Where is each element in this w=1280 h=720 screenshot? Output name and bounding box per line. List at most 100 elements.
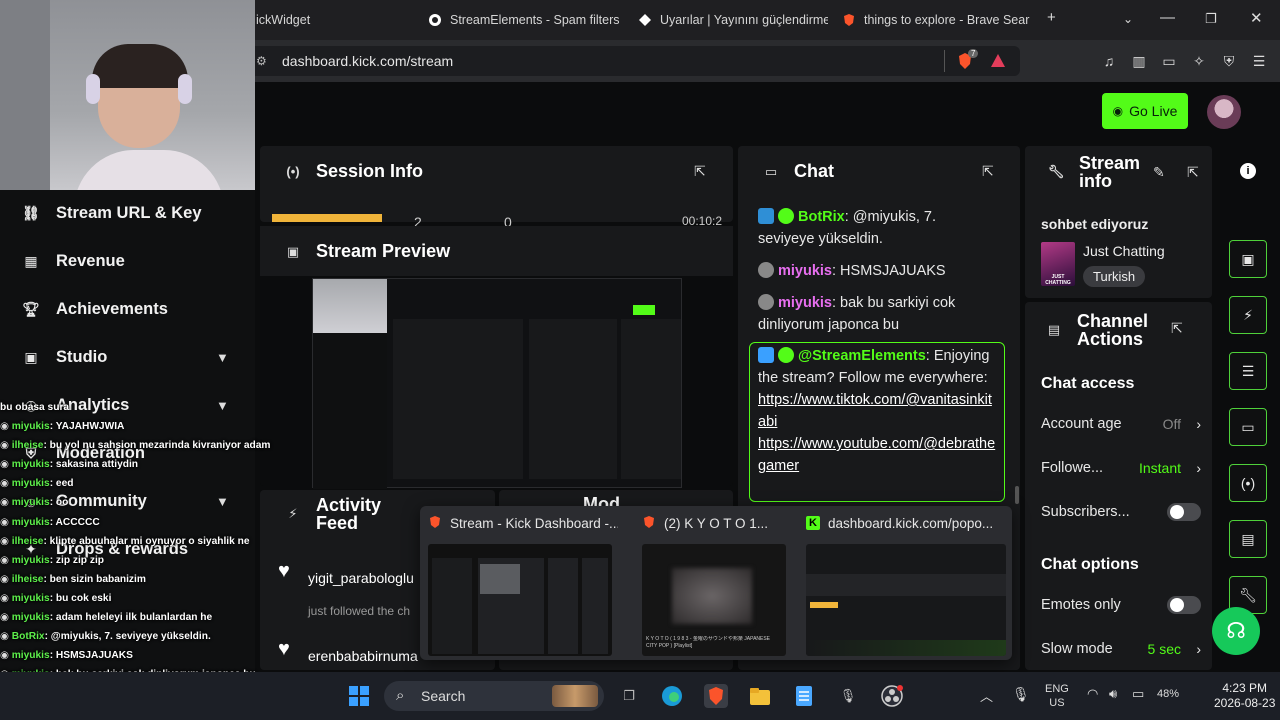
- task-view-icon[interactable]: ❐: [617, 684, 641, 708]
- setting-row[interactable]: Slow mode 5 sec ›: [1041, 641, 1201, 657]
- popout-icon[interactable]: ⇱: [982, 163, 994, 180]
- window-preview[interactable]: Stream - Kick Dashboard -...: [428, 514, 618, 656]
- support-chat-button[interactable]: ☊: [1212, 607, 1260, 655]
- overlay-chat-line: bu obasa sura: [0, 398, 300, 417]
- browser-tab[interactable]: Uyarılar | Yayınını güçlendirme: [638, 6, 828, 34]
- taskbar-search[interactable]: ⌕ Search: [384, 681, 604, 711]
- brave-taskbar-icon[interactable]: [704, 684, 728, 708]
- overlay-username: miyukis: [11, 421, 50, 433]
- leo-ai-icon[interactable]: ✧: [1190, 52, 1208, 70]
- restore-icon[interactable]: ❐: [1205, 11, 1217, 27]
- notepad-icon[interactable]: [792, 684, 816, 708]
- chevron-right-icon: ›: [1196, 416, 1201, 432]
- category-name[interactable]: Just Chatting: [1083, 243, 1165, 259]
- tag-chip[interactable]: Turkish: [1083, 266, 1146, 287]
- sidebar-toggle-icon[interactable]: ▥: [1130, 52, 1148, 70]
- brave-rewards-icon[interactable]: [990, 53, 1006, 74]
- chat-scrollbar[interactable]: [1015, 486, 1019, 504]
- browser-tab[interactable]: ickWidget: [256, 6, 406, 34]
- wifi-icon[interactable]: ◠: [1087, 686, 1098, 702]
- overlay-username: miyukis: [11, 478, 50, 490]
- rail-activity-button[interactable]: ⚡︎: [1229, 296, 1267, 334]
- activity-user[interactable]: erenbababirnuma: [308, 648, 418, 664]
- sidebar-item-achievements[interactable]: 🏆︎ Achievements: [22, 300, 168, 319]
- start-icon[interactable]: [347, 684, 371, 708]
- browser-tab[interactable]: StreamElements - Spam filters: [428, 6, 624, 34]
- tab-title: things to explore - Brave Sear: [864, 13, 1030, 27]
- rail-preview-button[interactable]: ▣: [1229, 240, 1267, 278]
- info-icon[interactable]: i: [1240, 163, 1256, 179]
- popout-icon[interactable]: ⇱: [1171, 320, 1183, 337]
- vpn-icon[interactable]: ⛨: [1220, 52, 1238, 70]
- chat-username[interactable]: miyukis: [778, 263, 832, 279]
- popout-icon[interactable]: ⇱: [694, 163, 706, 180]
- edit-icon[interactable]: ✎: [1153, 164, 1165, 181]
- stream-preview-panel: ▣ Stream Preview: [260, 226, 733, 489]
- setting-row[interactable]: Followe... Instant ›: [1041, 460, 1201, 476]
- link-icon: ⛓: [22, 205, 40, 221]
- user-badge-icon: ◉: [0, 554, 12, 566]
- preview-thumbnail: [428, 544, 612, 656]
- preview-icon: ▣: [286, 243, 300, 259]
- rail-session-button[interactable]: (•): [1229, 464, 1267, 502]
- chat-link[interactable]: https://www.youtube.com/@debrathegamer: [758, 436, 995, 474]
- window-preview[interactable]: (2) K Y O T O 1... K Y O T O ( 1 9 8 3 -…: [642, 514, 792, 656]
- chat-username[interactable]: BotRix: [798, 209, 845, 225]
- avatar[interactable]: [1207, 95, 1241, 129]
- battery-icon[interactable]: ▭: [1132, 686, 1144, 702]
- rail-chat-button[interactable]: ▭: [1229, 408, 1267, 446]
- windows-taskbar: ⌕ Search ❐ 🎙︎ ︿ 🎙︎ ENG US ◠ 🔊︎ ▭ 48% 4:23…: [0, 672, 1280, 720]
- close-window-icon[interactable]: ✕: [1250, 9, 1263, 27]
- preview-webcam: [313, 279, 387, 333]
- stream-title: sohbet ediyoruz: [1041, 216, 1149, 232]
- chat-link[interactable]: https://www.tiktok.com/@vanitasinkitabi: [758, 392, 992, 430]
- chevron-down-icon[interactable]: ▼: [216, 350, 229, 365]
- overlay-message-text: : @miyukis, 7. seviyeye yükseldin.: [44, 631, 211, 643]
- category-thumbnail[interactable]: JUST CHATTING: [1041, 242, 1075, 286]
- clock[interactable]: 4:23 PM 2026-08-23: [1214, 681, 1275, 711]
- microphone-icon[interactable]: 🎙︎: [1012, 686, 1030, 703]
- overlay-chat-line: ◉ miyukis: oo: [0, 493, 300, 512]
- wallet-icon[interactable]: ▭: [1160, 52, 1178, 70]
- rail-actions-button[interactable]: ▤: [1229, 520, 1267, 558]
- setting-row[interactable]: Account age Off ›: [1041, 416, 1201, 432]
- browser-tab[interactable]: things to explore - Brave Sear ✕: [842, 6, 1034, 34]
- subscribers-toggle[interactable]: [1167, 503, 1201, 521]
- sidebar-item-studio[interactable]: ▣ Studio: [22, 348, 107, 367]
- chat-username[interactable]: miyukis: [778, 295, 832, 311]
- preview-video[interactable]: [312, 278, 682, 489]
- minimize-icon[interactable]: —: [1160, 9, 1175, 26]
- overlay-chat-line: ◉ miyukis: eed: [0, 474, 300, 493]
- panel-title: Session Info: [316, 161, 424, 181]
- edge-icon[interactable]: [660, 684, 684, 708]
- chat-message: miyukis: HSMSJAJUAKS: [758, 260, 993, 282]
- site-settings-icon[interactable]: ⚙: [256, 54, 267, 68]
- volume-icon[interactable]: 🔊︎: [1109, 686, 1117, 702]
- chat-username[interactable]: @StreamElements: [798, 348, 926, 364]
- window-preview[interactable]: Kdashboard.kick.com/popo...: [806, 514, 1006, 656]
- overlay-message-text: : HSMSJAJUAKS: [49, 650, 133, 662]
- rail-list-button[interactable]: ☰: [1229, 352, 1267, 390]
- chat-message: BotRix: @miyukis, 7. seviyeye yükseldin.: [758, 208, 936, 247]
- popout-icon[interactable]: ⇱: [1187, 164, 1199, 181]
- tab-list-chevron-icon[interactable]: ⌄: [1123, 12, 1133, 26]
- address-bar[interactable]: ⚙ dashboard.kick.com/stream 7: [250, 46, 1020, 76]
- overlay-message-text: : adam heleleyi ilk bulanlardan he: [49, 612, 213, 624]
- go-live-button[interactable]: ◉ Go Live: [1102, 93, 1188, 129]
- media-icon[interactable]: ♫: [1100, 52, 1118, 70]
- emotes-only-toggle[interactable]: [1167, 596, 1201, 614]
- obs-icon[interactable]: [880, 684, 904, 708]
- studio-icon: ▣: [24, 349, 38, 365]
- sidebar-item-stream-url[interactable]: ⛓ Stream URL & Key: [22, 204, 201, 223]
- microphone-app-icon[interactable]: 🎙︎: [836, 684, 860, 708]
- activity-user[interactable]: yigit_parabologlu: [308, 570, 414, 586]
- moderator-badge-icon: [758, 208, 774, 224]
- menu-icon[interactable]: ☰: [1250, 52, 1268, 70]
- new-tab-icon[interactable]: +: [1047, 9, 1056, 26]
- preview-panel: [621, 319, 681, 479]
- file-explorer-icon[interactable]: [748, 684, 772, 708]
- sidebar-item-revenue[interactable]: ▦ Revenue: [22, 252, 124, 271]
- overlay-username: ilheise: [11, 573, 44, 585]
- tray-chevron-up-icon[interactable]: ︿: [980, 686, 993, 705]
- language-indicator[interactable]: ENG US: [1045, 682, 1069, 710]
